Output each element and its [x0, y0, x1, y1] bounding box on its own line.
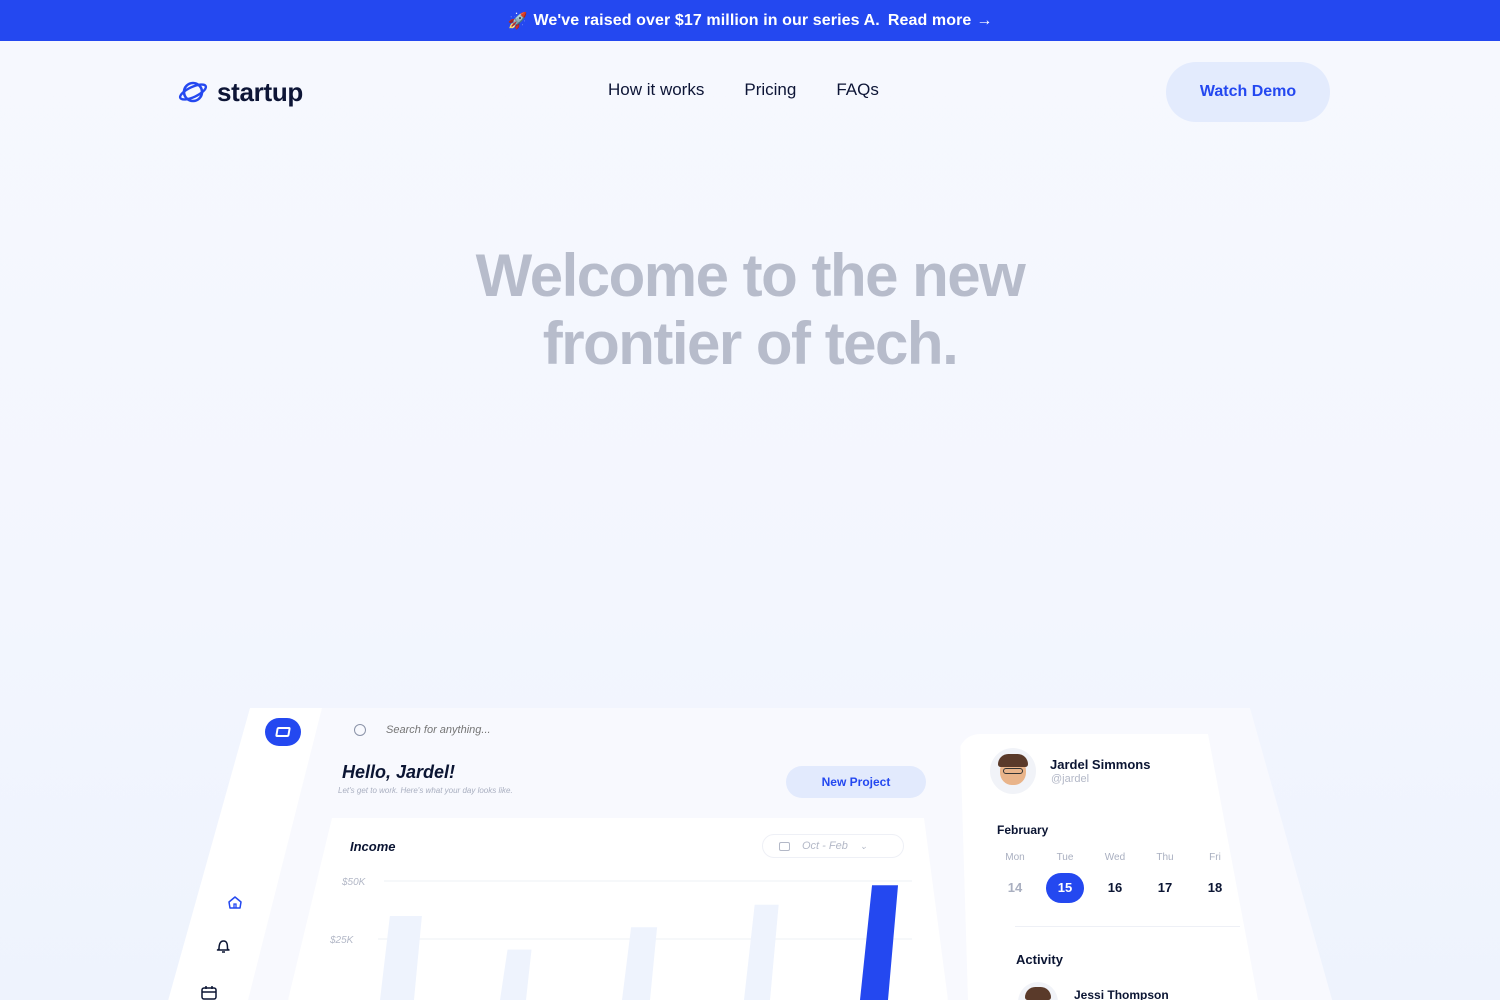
chart-bar[interactable] — [860, 885, 899, 1000]
calendar-icon[interactable] — [200, 984, 218, 1000]
calendar-day-date: 14 — [1007, 880, 1023, 895]
chart-tick-label: $50K — [341, 877, 367, 888]
calendar-day-name: Thu — [1156, 852, 1174, 863]
profile-name: Jardel Simmons — [1050, 757, 1151, 772]
site-header: startup How it works Pricing FAQs Watch … — [178, 62, 1330, 122]
chart-tick-label: $25K — [329, 935, 355, 946]
income-chart: $50K $25K — [329, 877, 912, 1000]
watch-demo-button[interactable]: Watch Demo — [1166, 62, 1330, 122]
calendar-day-date: 15 — [1046, 873, 1084, 903]
calendar-day-date: 17 — [1157, 880, 1173, 895]
calendar-day[interactable]: Tue 15 — [1040, 852, 1090, 903]
avatar[interactable] — [990, 748, 1036, 794]
calendar-day-date: 16 — [1107, 880, 1123, 895]
search-icon — [354, 724, 366, 736]
hero-line-1: Welcome to the new — [475, 242, 1026, 309]
chart-bar[interactable] — [622, 927, 658, 1000]
read-more-label: Read more — [887, 11, 972, 29]
brand-name: startup — [217, 76, 304, 107]
main-nav: How it works Pricing FAQs — [608, 80, 879, 100]
home-icon[interactable] — [226, 894, 244, 910]
nav-how-it-works[interactable]: How it works — [608, 80, 704, 100]
greeting-title: Hello, Jardel! — [342, 762, 456, 782]
dashboard-logo-icon[interactable] — [265, 718, 301, 746]
chart-bar[interactable] — [380, 916, 422, 1000]
date-range-select[interactable]: Oct - Feb ⌄ — [762, 834, 904, 858]
profile-handle: @jardel — [1051, 773, 1090, 785]
announcement-text: We've raised over $17 million in our ser… — [533, 11, 880, 29]
new-project-button[interactable]: New Project — [786, 766, 926, 798]
planet-icon — [178, 81, 208, 103]
chevron-down-icon: ⌄ — [859, 840, 868, 851]
divider — [1015, 926, 1240, 927]
calendar-day-name: Mon — [1005, 852, 1025, 863]
calendar-icon — [779, 841, 790, 851]
search-input[interactable] — [386, 724, 606, 736]
chart-bar[interactable] — [744, 904, 779, 1000]
calendar-day[interactable]: Wed 16 — [1090, 852, 1140, 903]
chart-bar[interactable] — [500, 949, 532, 1000]
calendar-days: Mon 14 Tue 15 Wed 16 Thu 17 Fri 18 — [990, 852, 1240, 903]
calendar-day-name: Fri — [1209, 852, 1221, 863]
calendar-day-name: Wed — [1104, 852, 1126, 863]
announcement-bar: 🚀 We've raised over $17 million in our s… — [0, 0, 1500, 41]
nav-pricing[interactable]: Pricing — [744, 80, 796, 100]
nav-faqs[interactable]: FAQs — [836, 80, 879, 100]
hero-line-2: frontier of tech. — [542, 310, 959, 377]
dashboard-search — [354, 724, 606, 736]
rocket-icon: 🚀 — [507, 12, 528, 30]
read-more-link[interactable]: Read more → — [888, 12, 993, 30]
calendar-day-name: Tue — [1056, 852, 1074, 863]
calendar-day[interactable]: Fri 18 — [1190, 852, 1240, 903]
hero-heading: Welcome to the new frontier of tech. — [0, 242, 1500, 378]
greeting-subtitle: Let's get to work. Here's what your day … — [338, 786, 513, 795]
calendar-day[interactable]: Mon 14 — [990, 852, 1040, 903]
calendar-day[interactable]: Thu 17 — [1140, 852, 1190, 903]
arrow-right-icon: → — [976, 11, 993, 29]
date-range-label: Oct - Feb — [802, 840, 848, 852]
bell-icon[interactable] — [214, 938, 232, 954]
calendar-month: February — [997, 823, 1049, 837]
activity-name: Jessi Thompson — [1074, 988, 1169, 1000]
income-title: Income — [350, 839, 396, 854]
activity-title: Activity — [1016, 952, 1063, 967]
calendar-day-date: 18 — [1207, 880, 1223, 895]
brand-logo[interactable]: startup — [178, 77, 303, 108]
